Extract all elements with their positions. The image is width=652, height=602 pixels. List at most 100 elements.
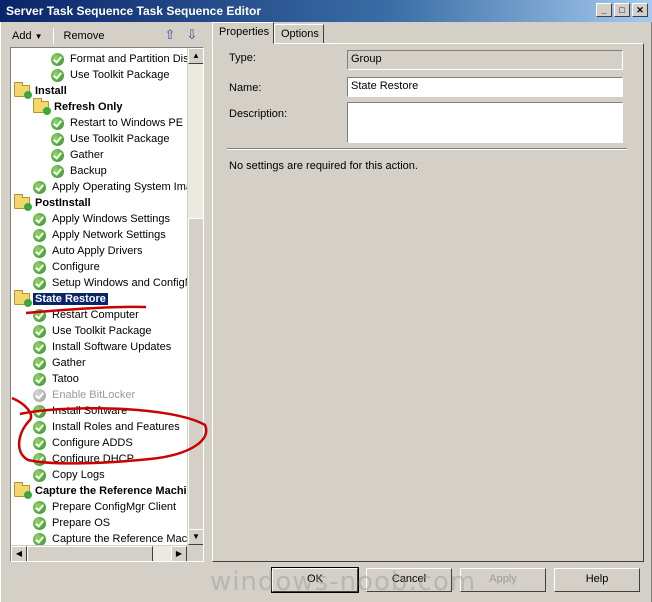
scroll-up-icon[interactable]: ▲ [188, 48, 203, 64]
tree-step-item[interactable]: Use Toolkit Package [51, 67, 171, 83]
scroll-left-icon[interactable]: ◀ [11, 546, 27, 561]
check-circle-icon [51, 116, 64, 130]
tree-item-label: Setup Windows and ConfigMgr [52, 277, 187, 289]
type-label: Type: [229, 52, 256, 64]
hscroll-thumb[interactable] [27, 546, 153, 561]
tree-group-item[interactable]: Refresh Only [33, 98, 124, 115]
tab-options[interactable]: Options [274, 24, 324, 44]
check-circle-icon [51, 68, 64, 82]
tree-step-item[interactable]: Backup [51, 163, 109, 179]
tree-step-item[interactable]: Install Software [33, 403, 129, 419]
move-down-icon[interactable]: ⇩ [184, 27, 200, 43]
check-circle-icon [33, 324, 46, 338]
window-title-bar[interactable]: Server Task Sequence Task Sequence Edito… [0, 0, 652, 22]
check-circle-icon [33, 388, 46, 402]
tree-step-item[interactable]: Setup Windows and ConfigMgr [33, 275, 187, 291]
scroll-corner [187, 545, 203, 561]
tree-item-label: PostInstall [35, 197, 91, 209]
tree-step-item[interactable]: Format and Partition Disk [51, 51, 187, 67]
tree-item-label: Copy Logs [52, 469, 105, 481]
tree-step-item[interactable]: Copy Logs [33, 467, 107, 483]
add-menu-button[interactable]: Add ▼ [12, 30, 43, 42]
remove-button[interactable]: Remove [64, 30, 105, 42]
window-title: Server Task Sequence Task Sequence Edito… [6, 4, 261, 18]
scroll-thumb[interactable] [188, 218, 203, 538]
tree-item-label: Configure [52, 261, 100, 273]
check-circle-icon [33, 212, 46, 226]
folder-icon [14, 82, 32, 99]
check-circle-icon [33, 500, 46, 514]
folder-icon [14, 482, 32, 499]
tree-step-item[interactable]: Configure [33, 259, 102, 275]
scroll-right-icon[interactable]: ▶ [171, 546, 187, 561]
check-circle-icon [33, 420, 46, 434]
tree-items: Format and Partition Disk Use Toolkit Pac… [11, 48, 187, 545]
tree-item-label: Tatoo [52, 373, 79, 385]
tree-step-item[interactable]: Tatoo [33, 371, 81, 387]
ok-button[interactable]: OK [271, 567, 359, 593]
tree-step-item[interactable]: Apply Windows Settings [33, 211, 172, 227]
tree-item-label: Use Toolkit Package [70, 133, 170, 145]
tree-step-item[interactable]: Gather [51, 147, 106, 163]
tree-step-item[interactable]: Install Software Updates [33, 339, 173, 355]
tree-item-label: Install Roles and Features [52, 421, 180, 433]
check-circle-icon [33, 244, 46, 258]
check-circle-icon [33, 404, 46, 418]
tree-item-label: Apply Windows Settings [52, 213, 170, 225]
type-field: Group [347, 50, 623, 70]
tree-step-item[interactable]: Apply Network Settings [33, 227, 168, 243]
close-button[interactable]: ✕ [632, 3, 648, 17]
tree-step-item[interactable]: Use Toolkit Package [33, 323, 153, 339]
scroll-down-icon[interactable]: ▼ [188, 529, 203, 545]
tree-horizontal-scrollbar[interactable]: ◀ ▶ [11, 545, 187, 561]
folder-icon [14, 194, 32, 211]
tree-item-label: Capture the Reference Machine [52, 533, 187, 545]
tree-item-label: Apply Operating System Image [52, 181, 187, 193]
tree-item-label: Prepare ConfigMgr Client [52, 501, 177, 513]
tree-item-label: Restart to Windows PE [70, 117, 184, 129]
check-circle-icon [33, 468, 46, 482]
tree-item-label: Apply Network Settings [52, 229, 166, 241]
tree-item-label: Auto Apply Drivers [52, 245, 143, 257]
tree-step-item[interactable]: Apply Operating System Image [33, 179, 187, 195]
tree-step-item[interactable]: Restart to Windows PE [51, 115, 185, 131]
check-circle-icon [33, 308, 46, 322]
tree-step-item[interactable]: Prepare OS [33, 515, 112, 531]
apply-button[interactable]: Apply [460, 568, 546, 592]
tree-step-item[interactable]: Prepare ConfigMgr Client [33, 499, 178, 515]
tree-item-label: Restart Computer [52, 309, 139, 321]
maximize-button[interactable]: □ [614, 3, 630, 17]
check-circle-icon [33, 532, 46, 545]
tree-step-item[interactable]: Restart Computer [33, 307, 141, 323]
add-label: Add [12, 30, 32, 42]
cancel-button[interactable]: Cancel [366, 568, 452, 592]
tree-group-item[interactable]: State Restore [14, 290, 108, 307]
tree-step-item[interactable]: Gather [33, 355, 88, 371]
tree-vertical-scrollbar[interactable]: ▲ ▼ [187, 48, 203, 545]
move-up-icon[interactable]: ⇧ [162, 27, 178, 43]
tree-step-item[interactable]: Capture the Reference Machine [33, 531, 187, 545]
no-settings-message: No settings are required for this action… [229, 160, 418, 172]
tree-item-label: Backup [70, 165, 107, 177]
tree-step-item[interactable]: Configure DHCP [33, 451, 136, 467]
name-field[interactable]: State Restore [347, 77, 623, 97]
help-button[interactable]: Help [554, 568, 640, 592]
tree-step-item[interactable]: Install Roles and Features [33, 419, 182, 435]
tree-step-item[interactable]: Enable BitLocker [33, 387, 137, 403]
tree-item-label: State Restore [33, 293, 108, 305]
tree-item-label: Enable BitLocker [52, 389, 136, 401]
minimize-button[interactable]: _ [596, 3, 612, 17]
tree-group-item[interactable]: PostInstall [14, 194, 93, 211]
check-circle-icon [33, 452, 46, 466]
check-circle-icon [51, 148, 64, 162]
tree-step-item[interactable]: Configure ADDS [33, 435, 135, 451]
tree-step-item[interactable]: Use Toolkit Package [51, 131, 171, 147]
task-sequence-tree[interactable]: Format and Partition Disk Use Toolkit Pac… [10, 47, 204, 562]
tab-properties[interactable]: Properties [212, 22, 274, 44]
description-field[interactable] [347, 102, 623, 143]
tree-group-item[interactable]: Capture the Reference Machine [14, 482, 187, 499]
chevron-down-icon: ▼ [34, 32, 43, 41]
tree-group-item[interactable]: Install [14, 82, 69, 99]
tree-step-item[interactable]: Auto Apply Drivers [33, 243, 144, 259]
check-circle-icon [33, 340, 46, 354]
